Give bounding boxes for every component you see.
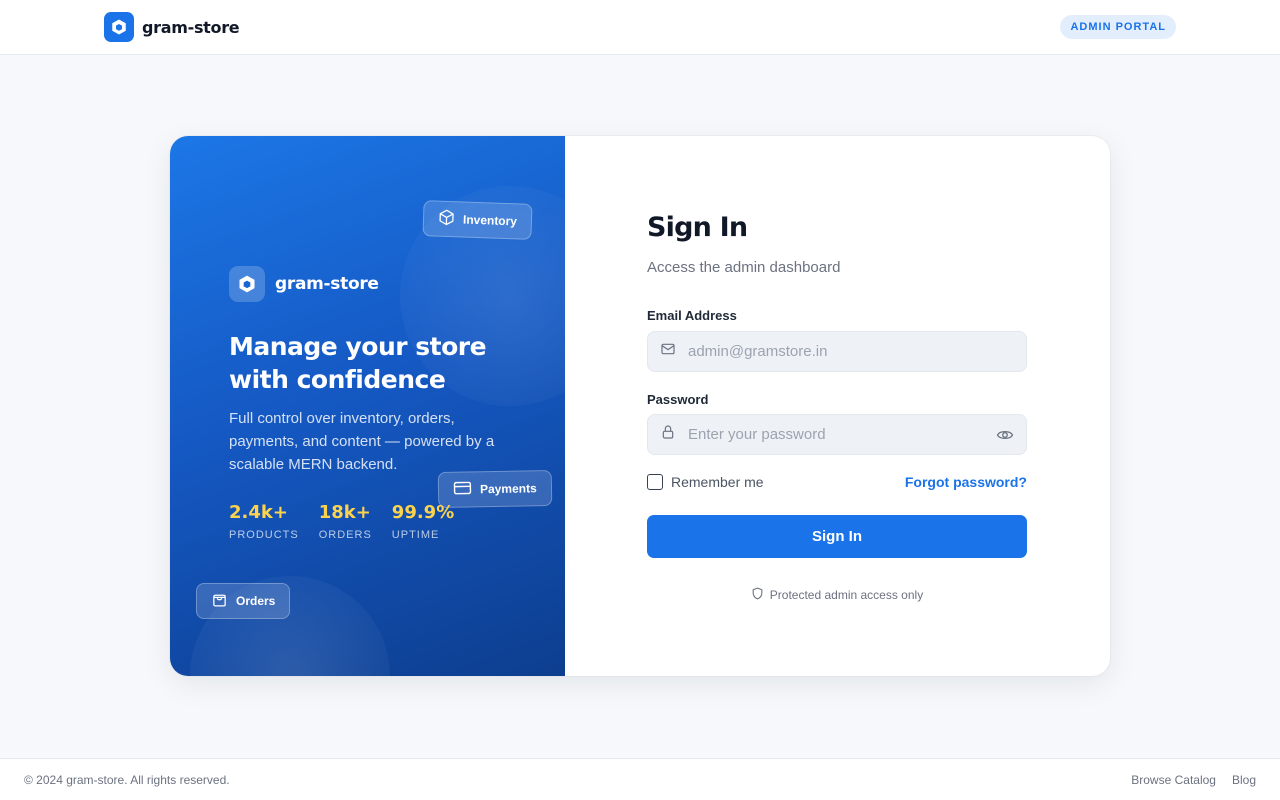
inventory-chip: Inventory xyxy=(422,200,533,240)
forgot-password-link[interactable]: Forgot password? xyxy=(905,474,1027,490)
orders-chip: Orders xyxy=(196,583,291,619)
hero-description: Full control over inventory, orders, pay… xyxy=(229,410,495,473)
form-subtitle: Access the admin dashboard xyxy=(647,259,841,276)
payments-chip-label: Payments xyxy=(479,481,537,497)
box-icon xyxy=(438,209,456,230)
hero-panel: Inventory gram-store Manage your store w… xyxy=(170,136,565,676)
copyright: © 2024 gram-store. All rights reserved. xyxy=(24,773,230,787)
payments-chip: Payments xyxy=(437,470,553,508)
stat-label: PRODUCTS xyxy=(229,529,299,541)
email-label: Email Address xyxy=(647,308,737,323)
brand-link[interactable]: gram-store xyxy=(104,12,240,42)
orders-chip-label: Orders xyxy=(236,594,276,608)
password-label: Password xyxy=(647,392,709,407)
sign-in-form: Sign In Access the admin dashboard Email… xyxy=(647,136,1027,676)
stat-uptime: 99.9% UPTIME xyxy=(392,502,454,541)
shopping-bag-icon xyxy=(211,591,228,611)
hero-brand: gram-store xyxy=(229,266,379,302)
stat-orders: 18k+ ORDERS xyxy=(319,502,372,541)
stat-label: ORDERS xyxy=(318,529,372,541)
security-note: Protected admin access only xyxy=(647,587,1027,603)
remember-label: Remember me xyxy=(671,474,764,490)
eye-icon[interactable] xyxy=(996,426,1014,444)
form-title: Sign In xyxy=(647,212,748,243)
sign-in-button[interactable]: Sign In xyxy=(647,515,1027,558)
remember-me[interactable]: Remember me xyxy=(647,474,764,490)
hero-brand-name: gram-store xyxy=(275,274,379,294)
hexagon-logo-icon xyxy=(104,12,134,42)
security-note-text: Protected admin access only xyxy=(769,588,924,602)
hero-stats: 2.4k+ PRODUCTS 18k+ ORDERS 99.9% UPTIME xyxy=(229,502,454,541)
remember-checkbox[interactable] xyxy=(647,474,663,490)
footer-links: Browse Catalog Blog xyxy=(1131,773,1256,787)
top-bar: gram-store ADMIN PORTAL xyxy=(0,0,1280,55)
login-card: Inventory gram-store Manage your store w… xyxy=(170,136,1110,676)
email-field[interactable] xyxy=(647,331,1027,372)
hero-title: Manage your store with confidence xyxy=(229,332,487,394)
blog-link[interactable]: Blog xyxy=(1232,773,1256,787)
admin-portal-badge: ADMIN PORTAL xyxy=(1060,15,1176,39)
lock-icon xyxy=(660,424,676,445)
stat-products: 2.4k+ PRODUCTS xyxy=(229,502,299,541)
password-field[interactable] xyxy=(647,414,1027,455)
inventory-chip-label: Inventory xyxy=(462,212,518,229)
stat-value: 99.9% xyxy=(391,502,455,523)
browse-catalog-link[interactable]: Browse Catalog xyxy=(1131,773,1216,787)
brand-name: gram-store xyxy=(142,17,240,37)
email-input[interactable] xyxy=(688,343,1014,360)
credit-card-icon xyxy=(453,479,472,499)
stat-value: 18k+ xyxy=(318,502,371,523)
password-input[interactable] xyxy=(688,426,996,443)
stat-label: UPTIME xyxy=(391,529,440,541)
mail-icon xyxy=(660,341,676,362)
shield-icon xyxy=(751,587,764,603)
footer: © 2024 gram-store. All rights reserved. … xyxy=(0,758,1280,800)
hexagon-logo-icon xyxy=(229,266,265,302)
stat-value: 2.4k+ xyxy=(229,502,288,523)
